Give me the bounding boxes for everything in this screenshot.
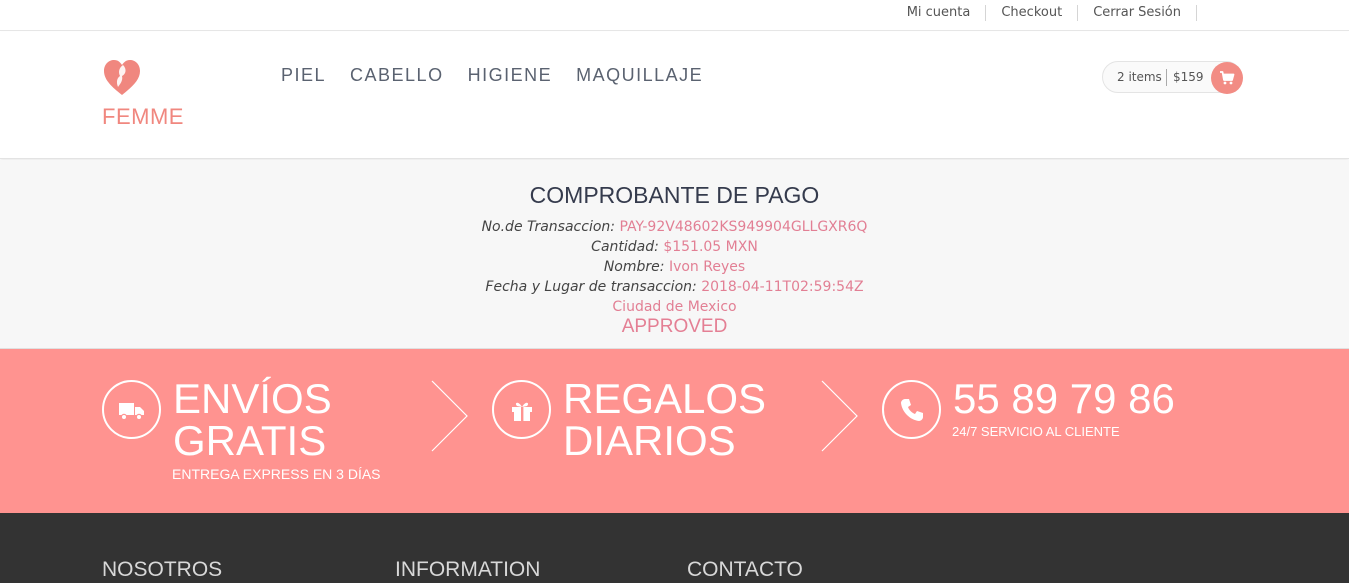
amount-label: Cantidad:	[591, 239, 659, 255]
heart-logo-icon	[104, 60, 140, 95]
site-footer: NOSOTROS INFORMATION CONTACTO	[0, 513, 1349, 583]
place-value: Ciudad de Mexico	[612, 299, 737, 315]
cart-item-count: 2 items	[1117, 70, 1162, 84]
nav-item-higiene[interactable]: HIGIENE	[456, 65, 565, 86]
cart-button[interactable]	[1211, 62, 1243, 94]
phone-icon	[901, 399, 923, 421]
brand-name: FEMME	[102, 104, 184, 129]
logout-link[interactable]: Cerrar Sesión	[1078, 5, 1197, 21]
gifts-title-line-1: REGALOS	[563, 375, 767, 422]
receipt-title: COMPROBANTE DE PAGO	[529, 182, 820, 208]
nav-item-cabello[interactable]: CABELLO	[338, 65, 456, 86]
top-bar: Mi cuenta Checkout Cerrar Sesión	[0, 0, 1349, 31]
payment-status: APPROVED	[621, 316, 728, 337]
amount-value: $151.05 MXN	[663, 239, 758, 255]
truck-icon	[119, 403, 144, 421]
my-account-link[interactable]: Mi cuenta	[892, 5, 987, 21]
phone-icon-circle	[882, 380, 941, 439]
footer-heading-about: NOSOTROS	[102, 558, 223, 581]
chevron-right-icon	[821, 380, 858, 452]
payment-receipt: COMPROBANTE DE PAGO No.de Transaccion: P…	[0, 160, 1349, 349]
transaction-value: PAY-92V48602KS949904GLLGXR6Q	[619, 219, 868, 235]
date-row: Fecha y Lugar de transaccion: 2018-04-11…	[0, 278, 1349, 296]
chevron-right-icon	[431, 380, 468, 452]
feature-band: ENVÍOS GRATIS ENTREGA EXPRESS EN 3 DÍAS …	[0, 349, 1349, 513]
gift-icon-circle	[492, 380, 551, 439]
cart-total: $159	[1173, 70, 1204, 84]
date-value: 2018-04-11T02:59:54Z	[701, 279, 864, 295]
truck-icon-circle	[102, 380, 161, 439]
date-label: Fecha y Lugar de transaccion:	[485, 279, 697, 295]
transaction-label: No.de Transaccion:	[481, 219, 615, 235]
footer-heading-contact: CONTACTO	[687, 558, 803, 581]
transaction-row: No.de Transaccion: PAY-92V48602KS949904G…	[0, 218, 1349, 236]
name-value: Ivon Reyes	[668, 259, 746, 275]
cart-divider	[1166, 69, 1167, 86]
phone-subtitle: 24/7 SERVICIO AL CLIENTE	[952, 424, 1120, 439]
place-row: Ciudad de Mexico	[0, 298, 1349, 316]
nav-item-maquillaje[interactable]: MAQUILLAJE	[564, 65, 715, 86]
name-row: Nombre: Ivon Reyes	[0, 258, 1349, 276]
logo[interactable]: FEMME	[102, 58, 212, 133]
shipping-title-line-1: ENVÍOS	[173, 375, 332, 422]
checkout-link[interactable]: Checkout	[986, 5, 1079, 21]
shipping-title-line-2: GRATIS	[173, 417, 327, 464]
gift-icon	[512, 402, 532, 421]
main-nav: PIEL CABELLO HIGIENE MAQUILLAJE	[269, 65, 715, 86]
name-label: Nombre:	[603, 259, 665, 275]
phone-number[interactable]: 55 89 79 86	[953, 378, 1175, 420]
footer-heading-information: INFORMATION	[395, 558, 541, 581]
gifts-title-line-2: DIARIOS	[563, 417, 736, 464]
cart-summary[interactable]: 2 items $159	[1102, 61, 1243, 94]
site-header: FEMME PIEL CABELLO HIGIENE MAQUILLAJE 2 …	[0, 32, 1349, 159]
account-links: Mi cuenta Checkout Cerrar Sesión	[892, 5, 1197, 21]
shipping-subtitle: ENTREGA EXPRESS EN 3 DÍAS	[172, 466, 381, 482]
cart-icon	[1220, 71, 1235, 85]
amount-row: Cantidad: $151.05 MXN	[0, 238, 1349, 256]
nav-item-piel[interactable]: PIEL	[269, 65, 338, 86]
